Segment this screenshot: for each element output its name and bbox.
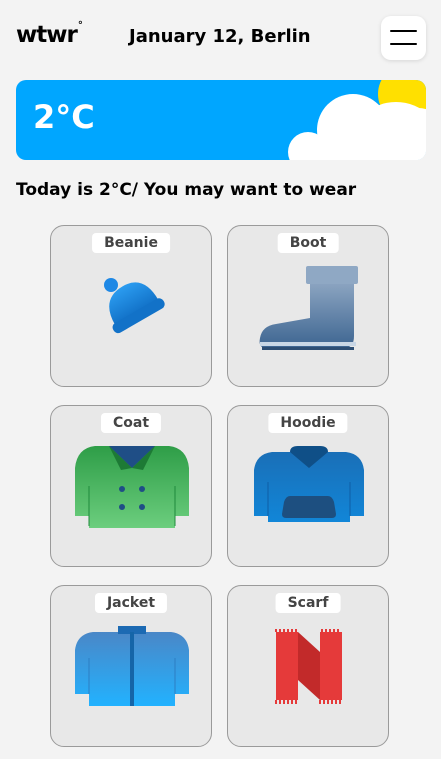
item-label: Scarf	[275, 593, 341, 613]
logo-degree: °	[77, 20, 83, 31]
hamburger-icon-line	[390, 30, 417, 32]
logo-text: wtwr	[16, 22, 78, 48]
item-card-beanie[interactable]: Beanie	[50, 225, 212, 387]
app-header: wtwr° January 12, Berlin	[0, 0, 441, 76]
item-label: Hoodie	[268, 413, 348, 433]
item-card-boot[interactable]: Boot	[227, 225, 389, 387]
item-label: Jacket	[94, 593, 168, 613]
weather-card: 2°C	[16, 80, 426, 160]
item-card-coat[interactable]: Coat	[50, 405, 212, 567]
menu-button[interactable]	[381, 16, 426, 60]
recommendation-text: Today is 2°C/ You may want to wear	[16, 180, 357, 200]
item-label: Coat	[100, 413, 162, 433]
item-card-jacket[interactable]: Jacket	[50, 585, 212, 747]
app-logo[interactable]: wtwr°	[16, 20, 83, 48]
item-card-scarf[interactable]: Scarf	[227, 585, 389, 747]
date-location: January 12, Berlin	[129, 26, 311, 47]
item-label: Boot	[277, 233, 339, 253]
item-label: Beanie	[92, 233, 170, 253]
item-card-hoodie[interactable]: Hoodie	[227, 405, 389, 567]
cloudy-sun-icon	[288, 80, 426, 160]
hamburger-icon-line	[390, 43, 417, 45]
